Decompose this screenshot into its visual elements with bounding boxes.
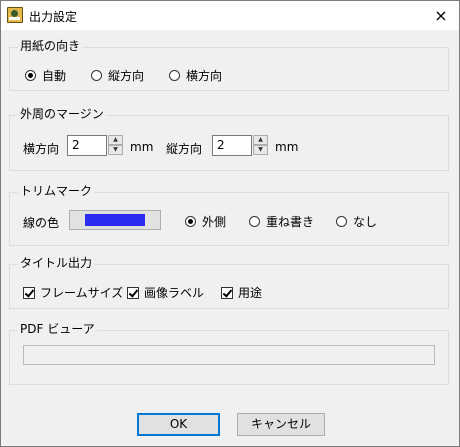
ok-button[interactable]: OK — [137, 413, 220, 436]
button-bar: OK キャンセル — [1, 401, 459, 446]
pdf-viewer-group: PDF ビューア — [9, 322, 449, 385]
spin-down-icon[interactable]: ▼ — [253, 145, 268, 155]
radio-unselected-icon — [91, 70, 102, 81]
radio-selected-icon — [25, 70, 36, 81]
radio-orientation-portrait[interactable]: 縦方向 — [91, 67, 144, 84]
orientation-group-title: 用紙の向き — [18, 39, 83, 53]
checkbox-frame-size[interactable]: フレームサイズ — [23, 284, 123, 301]
pdf-viewer-group-title: PDF ビューア — [18, 322, 97, 336]
radio-selected-icon — [185, 216, 196, 227]
trim-group-title: トリムマーク — [18, 184, 95, 198]
radio-orientation-landscape[interactable]: 横方向 — [169, 67, 222, 84]
close-icon[interactable]: × — [423, 1, 459, 30]
checkbox-checked-icon — [221, 286, 233, 299]
margin-horizontal-label: 横方向 — [23, 142, 60, 156]
title-output-group-title: タイトル出力 — [18, 256, 95, 270]
window-title: 出力設定 — [29, 10, 78, 24]
orientation-group: 用紙の向き 自動 縦方向 横方向 — [9, 39, 449, 91]
radio-unselected-icon — [169, 70, 180, 81]
title-output-group: タイトル出力 フレームサイズ 画像ラベル 用途 — [9, 256, 449, 309]
radio-trim-none[interactable]: なし — [336, 213, 377, 230]
margin-vertical-input[interactable]: 2 — [212, 135, 252, 156]
pdf-viewer-path-field[interactable] — [23, 345, 435, 365]
margin-horizontal-input[interactable]: 2 — [67, 135, 107, 156]
radio-orientation-auto[interactable]: 自動 — [25, 67, 66, 84]
radio-unselected-icon — [336, 216, 347, 227]
checkbox-image-label[interactable]: 画像ラベル — [127, 284, 204, 301]
margin-vertical-stepper[interactable]: ▲ ▼ — [253, 135, 268, 156]
spin-down-icon[interactable]: ▼ — [108, 145, 123, 155]
margin-group: 外周のマージン 横方向 2 ▲ ▼ mm 縦方向 2 ▲ ▼ mm — [9, 107, 449, 171]
radio-trim-overlay[interactable]: 重ね書き — [249, 213, 314, 230]
radio-unselected-icon — [249, 216, 260, 227]
checkbox-checked-icon — [127, 286, 139, 299]
trim-group: トリムマーク 線の色 外側 重ね書き なし — [9, 184, 449, 246]
spin-up-icon[interactable]: ▲ — [253, 135, 268, 145]
line-color-swatch — [85, 214, 145, 226]
app-icon — [7, 7, 23, 23]
margin-horizontal-unit: mm — [130, 140, 154, 154]
margin-vertical-unit: mm — [275, 140, 299, 154]
dialog-window: 出力設定 × 用紙の向き 自動 縦方向 横方向 外周のマージン 横方向 2 ▲ … — [0, 0, 460, 447]
radio-trim-outside[interactable]: 外側 — [185, 213, 226, 230]
title-bar: 出力設定 × — [1, 1, 459, 30]
margin-vertical-label: 縦方向 — [166, 142, 203, 156]
checkbox-checked-icon — [23, 286, 35, 299]
spin-up-icon[interactable]: ▲ — [108, 135, 123, 145]
cancel-button[interactable]: キャンセル — [237, 413, 325, 436]
line-color-button[interactable] — [69, 210, 161, 230]
line-color-label: 線の色 — [23, 216, 60, 230]
margin-horizontal-stepper[interactable]: ▲ ▼ — [108, 135, 123, 156]
checkbox-purpose[interactable]: 用途 — [221, 284, 262, 301]
margin-group-title: 外周のマージン — [18, 107, 106, 121]
